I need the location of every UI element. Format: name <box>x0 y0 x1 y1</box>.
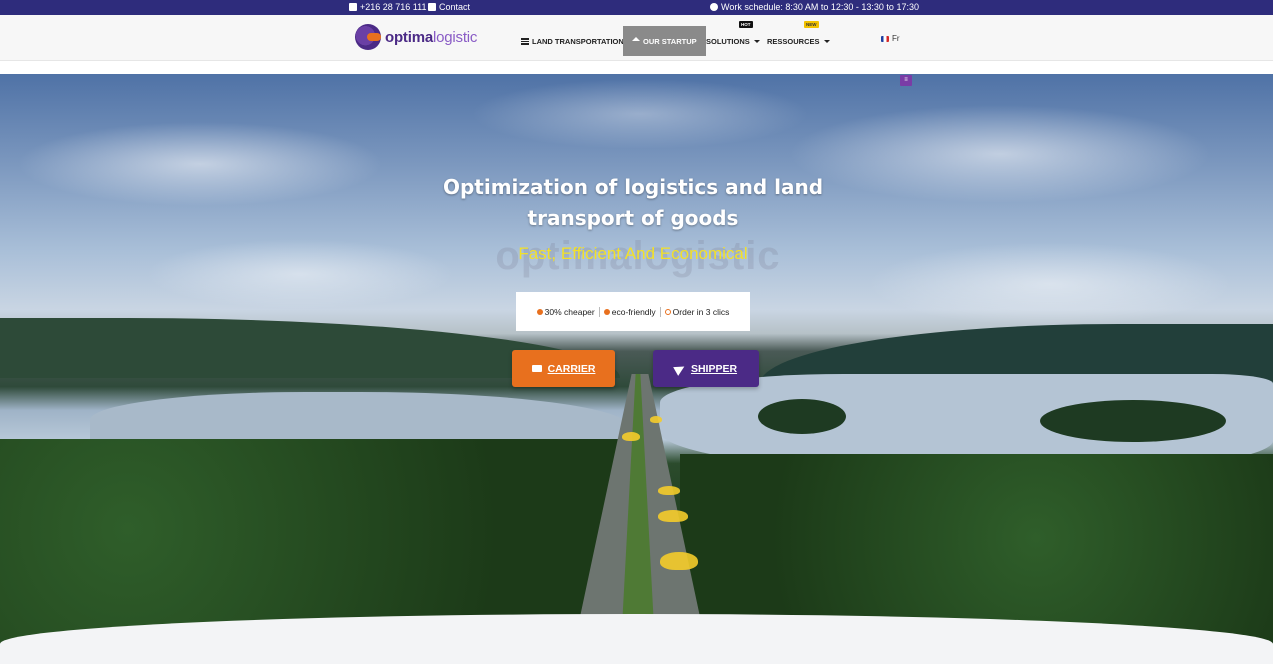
site-logo[interactable]: optimalogistic <box>355 23 477 51</box>
nav-our-startup-label: OUR STARTUP <box>643 36 697 46</box>
hero-subtitle: Fast, Efficient And Economical <box>518 244 748 263</box>
logo-icon <box>355 24 381 50</box>
carrier-button-label: CARRIER <box>547 362 596 375</box>
nav-land-transportation-label: LAND TRANSPORTATION <box>532 36 624 46</box>
island <box>758 399 846 434</box>
work-schedule: Work schedule: 8:30 AM to 12:30 - 13:30 … <box>710 2 919 12</box>
paper-plane-icon <box>673 361 687 376</box>
route-marker-icon <box>622 432 640 441</box>
nav-our-startup[interactable]: OUR STARTUP <box>623 26 706 56</box>
divider <box>659 306 661 317</box>
clock-icon <box>664 308 671 315</box>
phone-number: +216 28 716 111 <box>360 2 427 12</box>
hero-section: ≡ Optimization of logistics and land tra… <box>0 74 1273 664</box>
divider <box>598 306 600 317</box>
contact-label: Contact <box>439 2 471 12</box>
shipper-button[interactable]: SHIPPER <box>653 350 759 387</box>
phone-link[interactable]: +216 28 716 111 <box>349 2 426 12</box>
nav-ressources[interactable]: RESSOURCES NEW <box>767 21 830 56</box>
caret-down-icon <box>753 39 760 43</box>
nav-ressources-label: RESSOURCES <box>767 36 820 46</box>
route-marker-icon <box>660 552 698 570</box>
caret-down-icon <box>823 39 830 43</box>
envelope-icon <box>428 3 436 11</box>
route-marker-icon <box>658 486 680 495</box>
site-header: optimalogistic LAND TRANSPORTATION OUR S… <box>0 15 1273 61</box>
list-icon <box>521 37 529 45</box>
menu-toggle-icon[interactable]: ≡ <box>900 75 912 86</box>
hero-title: Optimization of logistics and land trans… <box>442 175 824 230</box>
carrier-button[interactable]: CARRIER <box>512 350 615 387</box>
work-schedule-text: Work schedule: 8:30 AM to 12:30 - 13:30 … <box>721 2 919 12</box>
new-badge: NEW <box>804 21 819 28</box>
top-info-bar: +216 28 716 111 Contact Work schedule: 8… <box>0 0 1273 15</box>
contact-link[interactable]: Contact <box>428 2 470 12</box>
phone-icon <box>349 3 357 11</box>
french-flag-icon <box>881 35 889 42</box>
nav-solutions[interactable]: SOLUTIONS HOT <box>706 21 760 56</box>
island <box>1040 400 1226 442</box>
feature-order: Order in 3 clics <box>664 307 729 317</box>
logo-text: optimalogistic <box>385 28 478 46</box>
leaf-icon <box>603 308 610 315</box>
feature-eco: eco-friendly <box>603 307 656 317</box>
language-switcher[interactable]: Fr <box>881 34 900 43</box>
route-marker-icon <box>658 510 688 522</box>
shipper-button-label: SHIPPER <box>690 362 738 375</box>
feature-cheaper: 30% cheaper <box>536 307 595 317</box>
header-spacer <box>0 61 1273 74</box>
home-icon <box>632 37 640 41</box>
feature-strip: 30% cheaper eco-friendly Order in 3 clic… <box>516 292 750 331</box>
language-label: Fr <box>892 34 900 43</box>
nav-land-transportation[interactable]: LAND TRANSPORTATION <box>521 26 634 56</box>
clock-icon <box>710 3 718 11</box>
hot-badge: HOT <box>739 21 753 28</box>
coins-icon <box>536 308 543 315</box>
truck-icon <box>531 365 542 372</box>
route-marker-icon <box>650 416 662 423</box>
nav-solutions-label: SOLUTIONS <box>706 36 750 46</box>
